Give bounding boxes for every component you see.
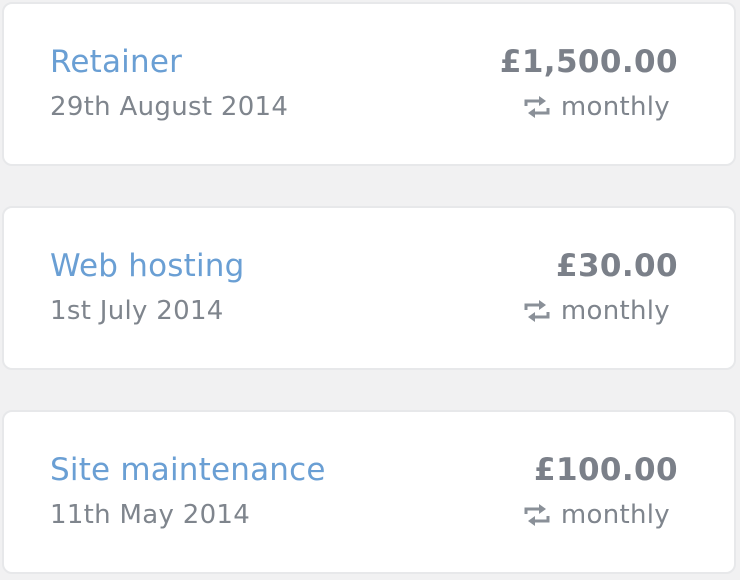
repeat-icon	[523, 504, 551, 526]
frequency-label: monthly	[560, 92, 670, 122]
item-amount: £30.00	[555, 248, 678, 284]
frequency-label: monthly	[560, 500, 670, 530]
recurring-item-card[interactable]: Site maintenance 11th May 2014 £100.00 m…	[2, 410, 736, 574]
item-frequency: monthly	[523, 294, 670, 328]
item-frequency: monthly	[523, 498, 670, 532]
recurring-item-card[interactable]: Retainer 29th August 2014 £1,500.00 mont…	[2, 2, 736, 166]
item-title[interactable]: Retainer	[50, 42, 182, 82]
item-frequency: monthly	[523, 90, 670, 124]
item-title[interactable]: Web hosting	[50, 246, 245, 286]
item-amount: £100.00	[534, 452, 678, 488]
item-date: 11th May 2014	[50, 500, 251, 530]
item-date: 29th August 2014	[50, 92, 289, 122]
item-title[interactable]: Site maintenance	[50, 450, 326, 490]
item-amount: £1,500.00	[499, 44, 678, 80]
repeat-icon	[523, 300, 551, 322]
recurring-item-card[interactable]: Web hosting 1st July 2014 £30.00 monthly	[2, 206, 736, 370]
repeat-icon	[523, 96, 551, 118]
frequency-label: monthly	[560, 296, 670, 326]
item-date: 1st July 2014	[50, 296, 224, 326]
